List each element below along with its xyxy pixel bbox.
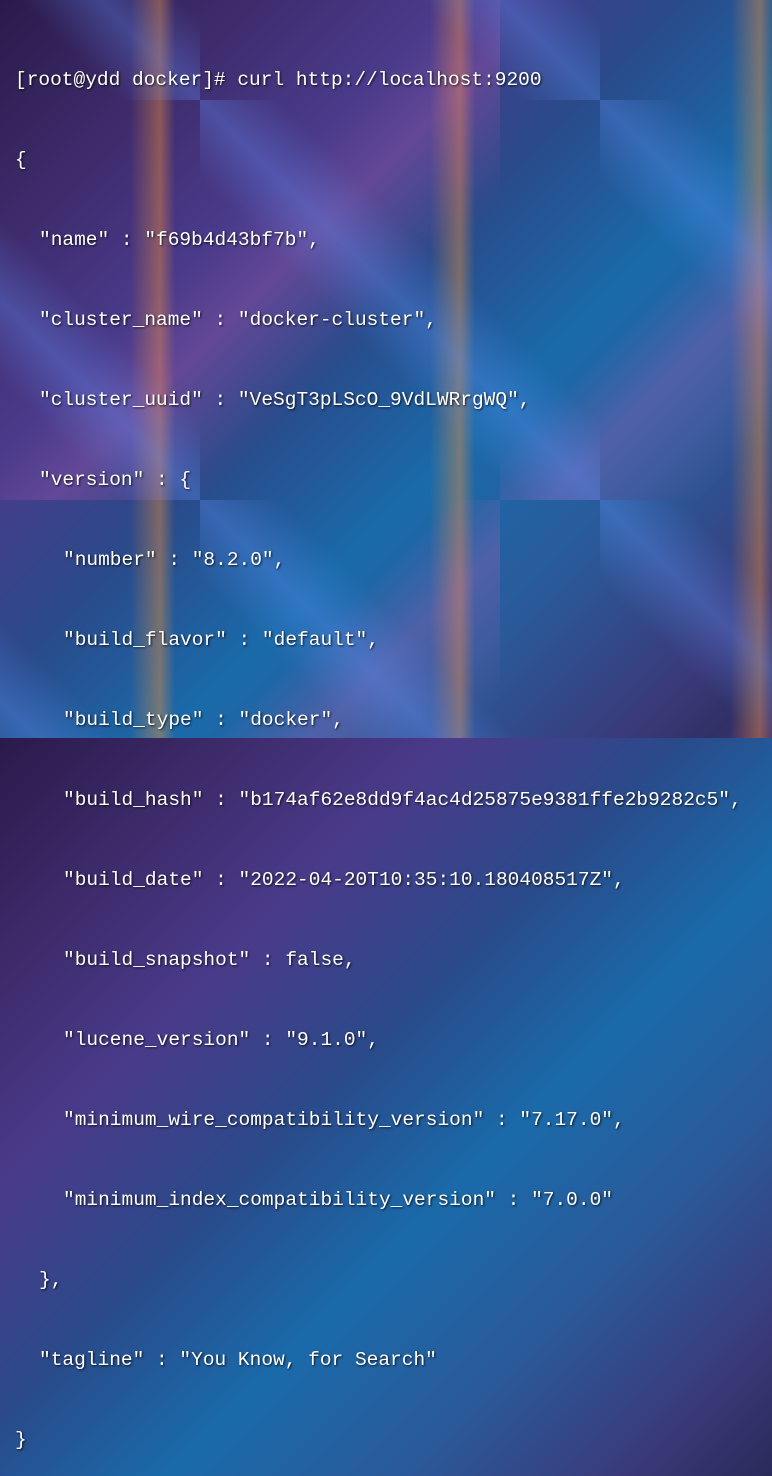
json-tagline-field: "tagline" : "You Know, for Search" xyxy=(15,1340,757,1380)
json-lucene-version-field: "lucene_version" : "9.1.0", xyxy=(15,1020,757,1060)
json-open-brace: { xyxy=(15,140,757,180)
json-build-hash-field: "build_hash" : "b174af62e8dd9f4ac4d25875… xyxy=(15,780,757,820)
json-min-index-field: "minimum_index_compatibility_version" : … xyxy=(15,1180,757,1220)
json-cluster-uuid-field: "cluster_uuid" : "VeSgT3pLScO_9VdLWRrgWQ… xyxy=(15,380,757,420)
json-build-flavor-field: "build_flavor" : "default", xyxy=(15,620,757,660)
terminal-output: [root@ydd docker]# curl http://localhost… xyxy=(0,0,772,1476)
json-cluster-name-field: "cluster_name" : "docker-cluster", xyxy=(15,300,757,340)
json-name-field: "name" : "f69b4d43bf7b", xyxy=(15,220,757,260)
json-build-type-field: "build_type" : "docker", xyxy=(15,700,757,740)
json-version-open: "version" : { xyxy=(15,460,757,500)
command-prompt-line: [root@ydd docker]# curl http://localhost… xyxy=(15,60,757,100)
json-version-close: }, xyxy=(15,1260,757,1300)
json-close-brace: } xyxy=(15,1420,757,1460)
json-build-snapshot-field: "build_snapshot" : false, xyxy=(15,940,757,980)
json-build-date-field: "build_date" : "2022-04-20T10:35:10.1804… xyxy=(15,860,757,900)
json-version-number-field: "number" : "8.2.0", xyxy=(15,540,757,580)
json-min-wire-field: "minimum_wire_compatibility_version" : "… xyxy=(15,1100,757,1140)
